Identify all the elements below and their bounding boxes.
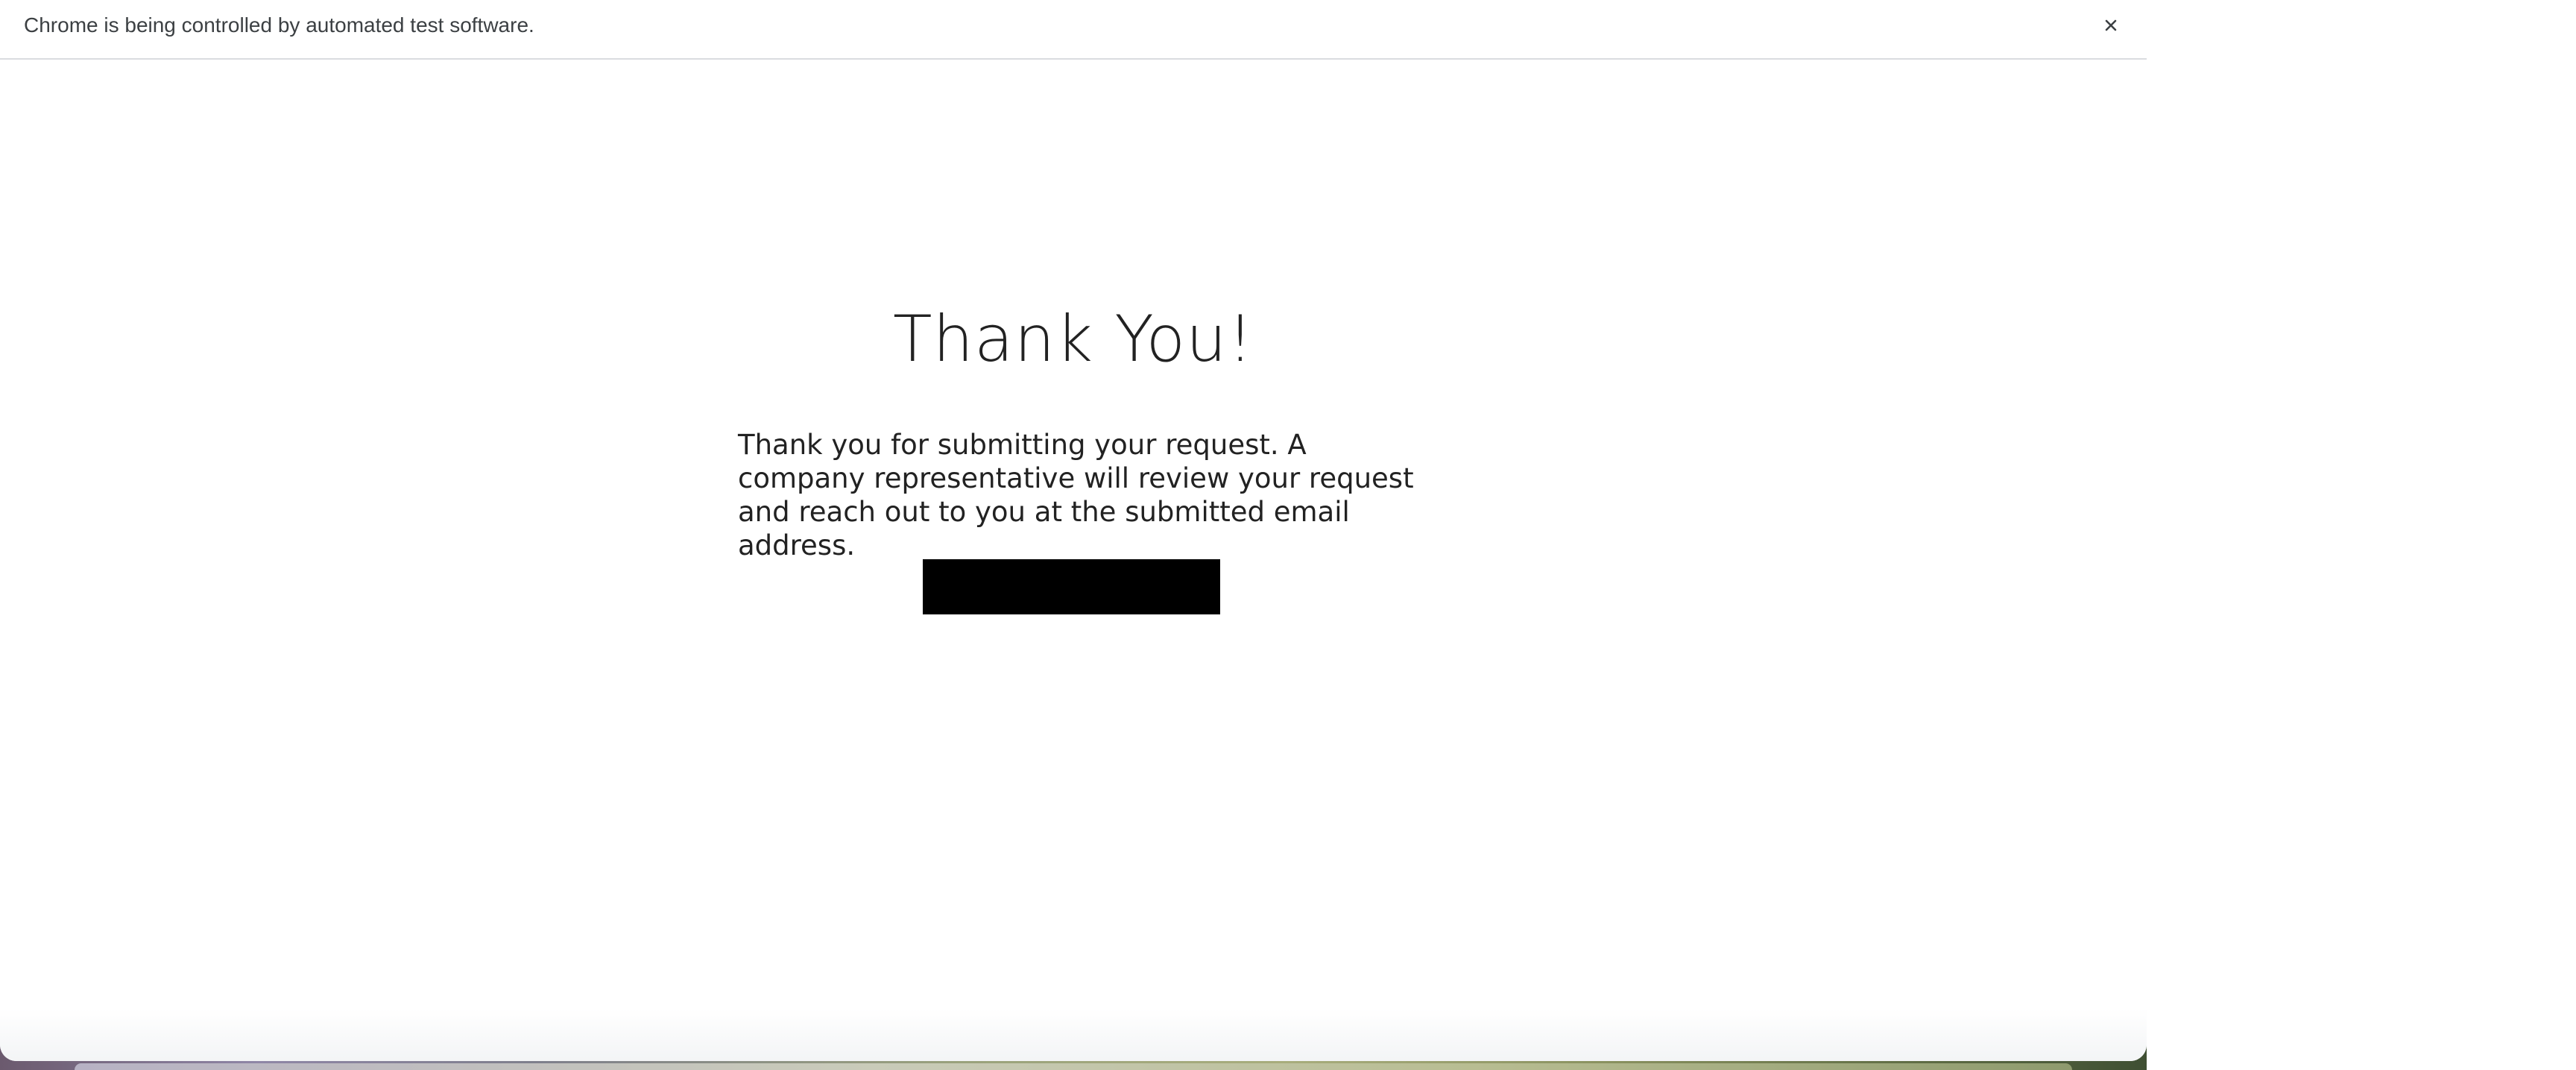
automation-infobar: Chrome is being controlled by automated … xyxy=(0,0,2147,60)
background-window-edge xyxy=(75,1063,2072,1070)
action-button[interactable] xyxy=(923,559,1220,614)
confirmation-message: Thank you for submitting your request. A… xyxy=(738,429,1414,561)
close-icon xyxy=(2096,10,2126,40)
infobar-close-button[interactable] xyxy=(2096,10,2126,40)
browser-window: Chrome is being controlled by automated … xyxy=(0,0,2147,1061)
page-content: Thank You! Thank you for submitting your… xyxy=(0,60,2147,1061)
automation-infobar-message: Chrome is being controlled by automated … xyxy=(24,13,534,37)
page-bottom-shadow xyxy=(0,1009,2147,1061)
page-title: Thank You! xyxy=(892,302,1254,377)
desktop: Chrome is being controlled by automated … xyxy=(0,0,2576,1070)
